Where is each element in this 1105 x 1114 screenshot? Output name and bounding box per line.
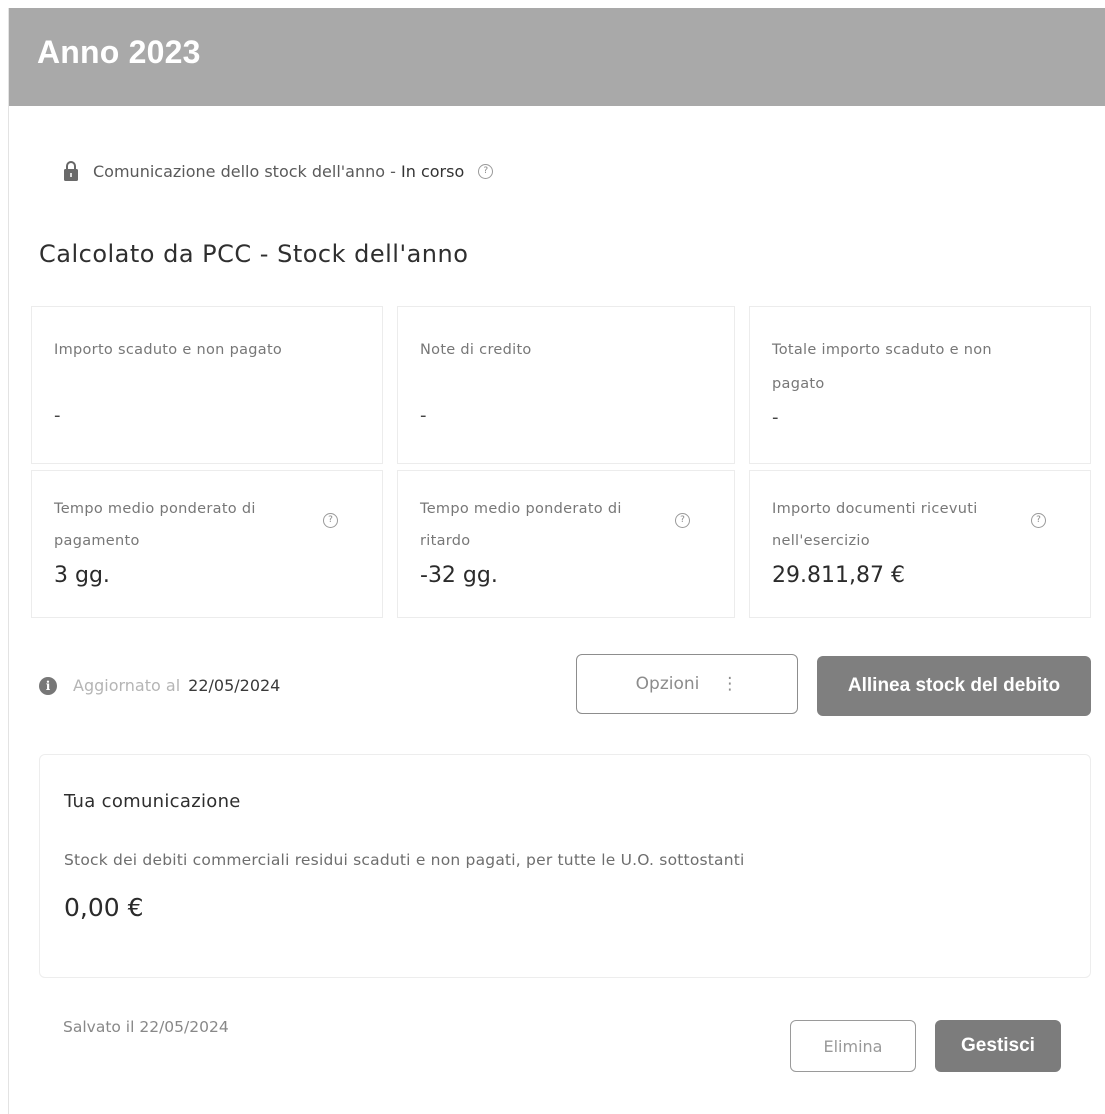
communication-title: Tua comunicazione: [64, 791, 241, 812]
options-button[interactable]: Opzioni ⋮: [576, 654, 798, 714]
help-icon[interactable]: ?: [675, 513, 690, 528]
card-value: 3 gg.: [54, 563, 110, 588]
card-label: Totale importo scaduto e non pagato: [772, 342, 992, 392]
card-value: -: [772, 407, 779, 428]
card-label: Importo scaduto e non pagato: [54, 342, 283, 358]
card-value: -: [54, 405, 61, 426]
help-icon[interactable]: ?: [323, 513, 338, 528]
lock-icon: [63, 160, 79, 182]
delete-button[interactable]: Elimina: [790, 1020, 916, 1072]
help-icon[interactable]: ?: [478, 163, 494, 179]
panel-title: Anno 2023: [37, 34, 201, 70]
communication-description: Stock dei debiti commerciali residui sca…: [64, 851, 745, 869]
align-stock-button[interactable]: Allinea stock del debito: [817, 656, 1091, 716]
section-title: Calcolato da PCC - Stock dell'anno: [39, 240, 469, 268]
year-panel: Anno 2023 Comunicazione dello stock dell…: [8, 8, 1105, 1114]
card-value: 29.811,87 €: [772, 563, 905, 588]
card-importo-scaduto: Importo scaduto e non pagato -: [31, 306, 383, 464]
card-label: Tempo medio ponderato di pagamento: [54, 501, 256, 549]
card-label: Importo documenti ricevuti nell'esercizi…: [772, 501, 978, 549]
card-tempo-ritardo: Tempo medio ponderato di ritardo ? -32 g…: [397, 470, 735, 618]
status-text: Comunicazione dello stock dell'anno - In…: [93, 162, 464, 181]
status-row: Comunicazione dello stock dell'anno - In…: [63, 156, 494, 186]
help-icon[interactable]: ?: [1031, 513, 1046, 528]
panel-header: Anno 2023: [9, 8, 1105, 106]
info-icon: i: [39, 676, 57, 695]
more-vertical-icon: ⋮: [721, 674, 739, 694]
status-prefix: Comunicazione dello stock dell'anno -: [93, 161, 401, 181]
manage-button[interactable]: Gestisci: [935, 1020, 1061, 1072]
communication-value: 0,00 €: [64, 893, 144, 922]
card-value: -32 gg.: [420, 563, 498, 588]
update-date: 22/05/2024: [188, 676, 281, 695]
card-importo-documenti: Importo documenti ricevuti nell'esercizi…: [749, 470, 1091, 618]
card-label: Tempo medio ponderato di ritardo: [420, 501, 622, 549]
card-totale-importo: Totale importo scaduto e non pagato -: [749, 306, 1091, 464]
update-info: i Aggiornato al 22/05/2024: [39, 676, 280, 695]
card-tempo-pagamento: Tempo medio ponderato di pagamento ? 3 g…: [31, 470, 383, 618]
status-state: In corso: [401, 161, 465, 181]
card-note-credito: Note di credito -: [397, 306, 735, 464]
card-label: Note di credito: [420, 342, 532, 358]
communication-box: Tua comunicazione Stock dei debiti comme…: [39, 754, 1091, 978]
saved-date: Salvato il 22/05/2024: [63, 1018, 229, 1036]
card-value: -: [420, 405, 427, 426]
options-label: Opzioni: [635, 674, 700, 694]
update-label: Aggiornato al: [73, 676, 181, 695]
